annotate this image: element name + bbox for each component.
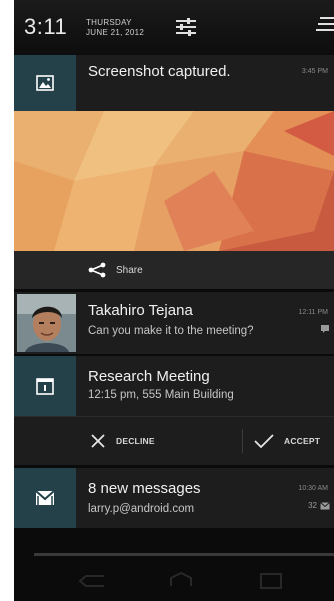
close-icon	[91, 434, 105, 448]
calendar-action-bar: DECLINE ACCEPT	[14, 416, 334, 465]
status-bar: 3:11 THURSDAY JUNE 21, 2012	[14, 0, 334, 55]
mail-count-group: 32	[308, 501, 330, 510]
weekday: THURSDAY	[86, 18, 132, 27]
mail-time: 10:30 AM	[298, 485, 328, 492]
date-block: THURSDAY JUNE 21, 2012	[86, 18, 144, 38]
screenshot-preview[interactable]	[14, 111, 334, 251]
notification-shade: 3:11 THURSDAY JUNE 21, 2012 Screenshot c…	[14, 0, 334, 601]
gmail-notification[interactable]: 8 new messages larry.p@android.com 10:30…	[14, 468, 334, 528]
mail-count: 32	[308, 501, 317, 510]
share-button[interactable]: Share	[88, 261, 143, 279]
action-divider	[242, 429, 243, 453]
screenshot-icon-box	[14, 55, 76, 111]
recent-apps-icon	[260, 573, 282, 589]
decline-button[interactable]: DECLINE	[90, 417, 155, 465]
accept-label: ACCEPT	[284, 436, 321, 446]
accept-button[interactable]: ACCEPT	[254, 417, 320, 465]
avatar	[17, 294, 76, 352]
notification-title: Screenshot captured.	[88, 63, 231, 80]
mail-account: larry.p@android.com	[88, 503, 195, 515]
mail-title: 8 new messages	[88, 480, 201, 497]
event-detail: 12:15 pm, 555 Main Building	[88, 389, 234, 401]
chat-bubble-icon	[321, 325, 329, 333]
share-label: Share	[116, 264, 143, 276]
chat-sender: Takahiro Tejana	[88, 302, 193, 319]
clock: 3:11	[24, 14, 68, 39]
calendar-icon	[36, 377, 54, 395]
home-icon	[170, 572, 192, 586]
screenshot-notification[interactable]: Screenshot captured. 3:45 PM	[14, 55, 334, 111]
chat-time: 12:11 PM	[298, 309, 328, 316]
event-title: Research Meeting	[88, 368, 210, 385]
chat-message: Can you make it to the meeting?	[88, 325, 254, 337]
check-icon	[254, 434, 274, 449]
date: JUNE 21, 2012	[86, 28, 145, 37]
gmail-icon-box	[14, 468, 76, 528]
shade-bottom	[14, 530, 334, 601]
shade-drag-handle[interactable]	[34, 553, 334, 556]
calendar-icon-box	[14, 356, 76, 416]
share-icon	[88, 262, 106, 278]
image-icon	[36, 75, 54, 91]
calendar-notification[interactable]: Research Meeting 12:15 pm, 555 Main Buil…	[14, 356, 334, 416]
envelope-icon	[320, 501, 330, 509]
clear-all-icon[interactable]	[316, 14, 334, 36]
notification-time: 3:45 PM	[301, 68, 328, 75]
share-action-bar: Share	[14, 251, 334, 289]
back-icon	[78, 575, 104, 587]
gmail-icon	[35, 490, 55, 505]
decline-label: DECLINE	[116, 436, 155, 446]
quick-settings-icon[interactable]	[174, 16, 198, 38]
chat-notification[interactable]: Takahiro Tejana Can you make it to the m…	[14, 292, 334, 354]
